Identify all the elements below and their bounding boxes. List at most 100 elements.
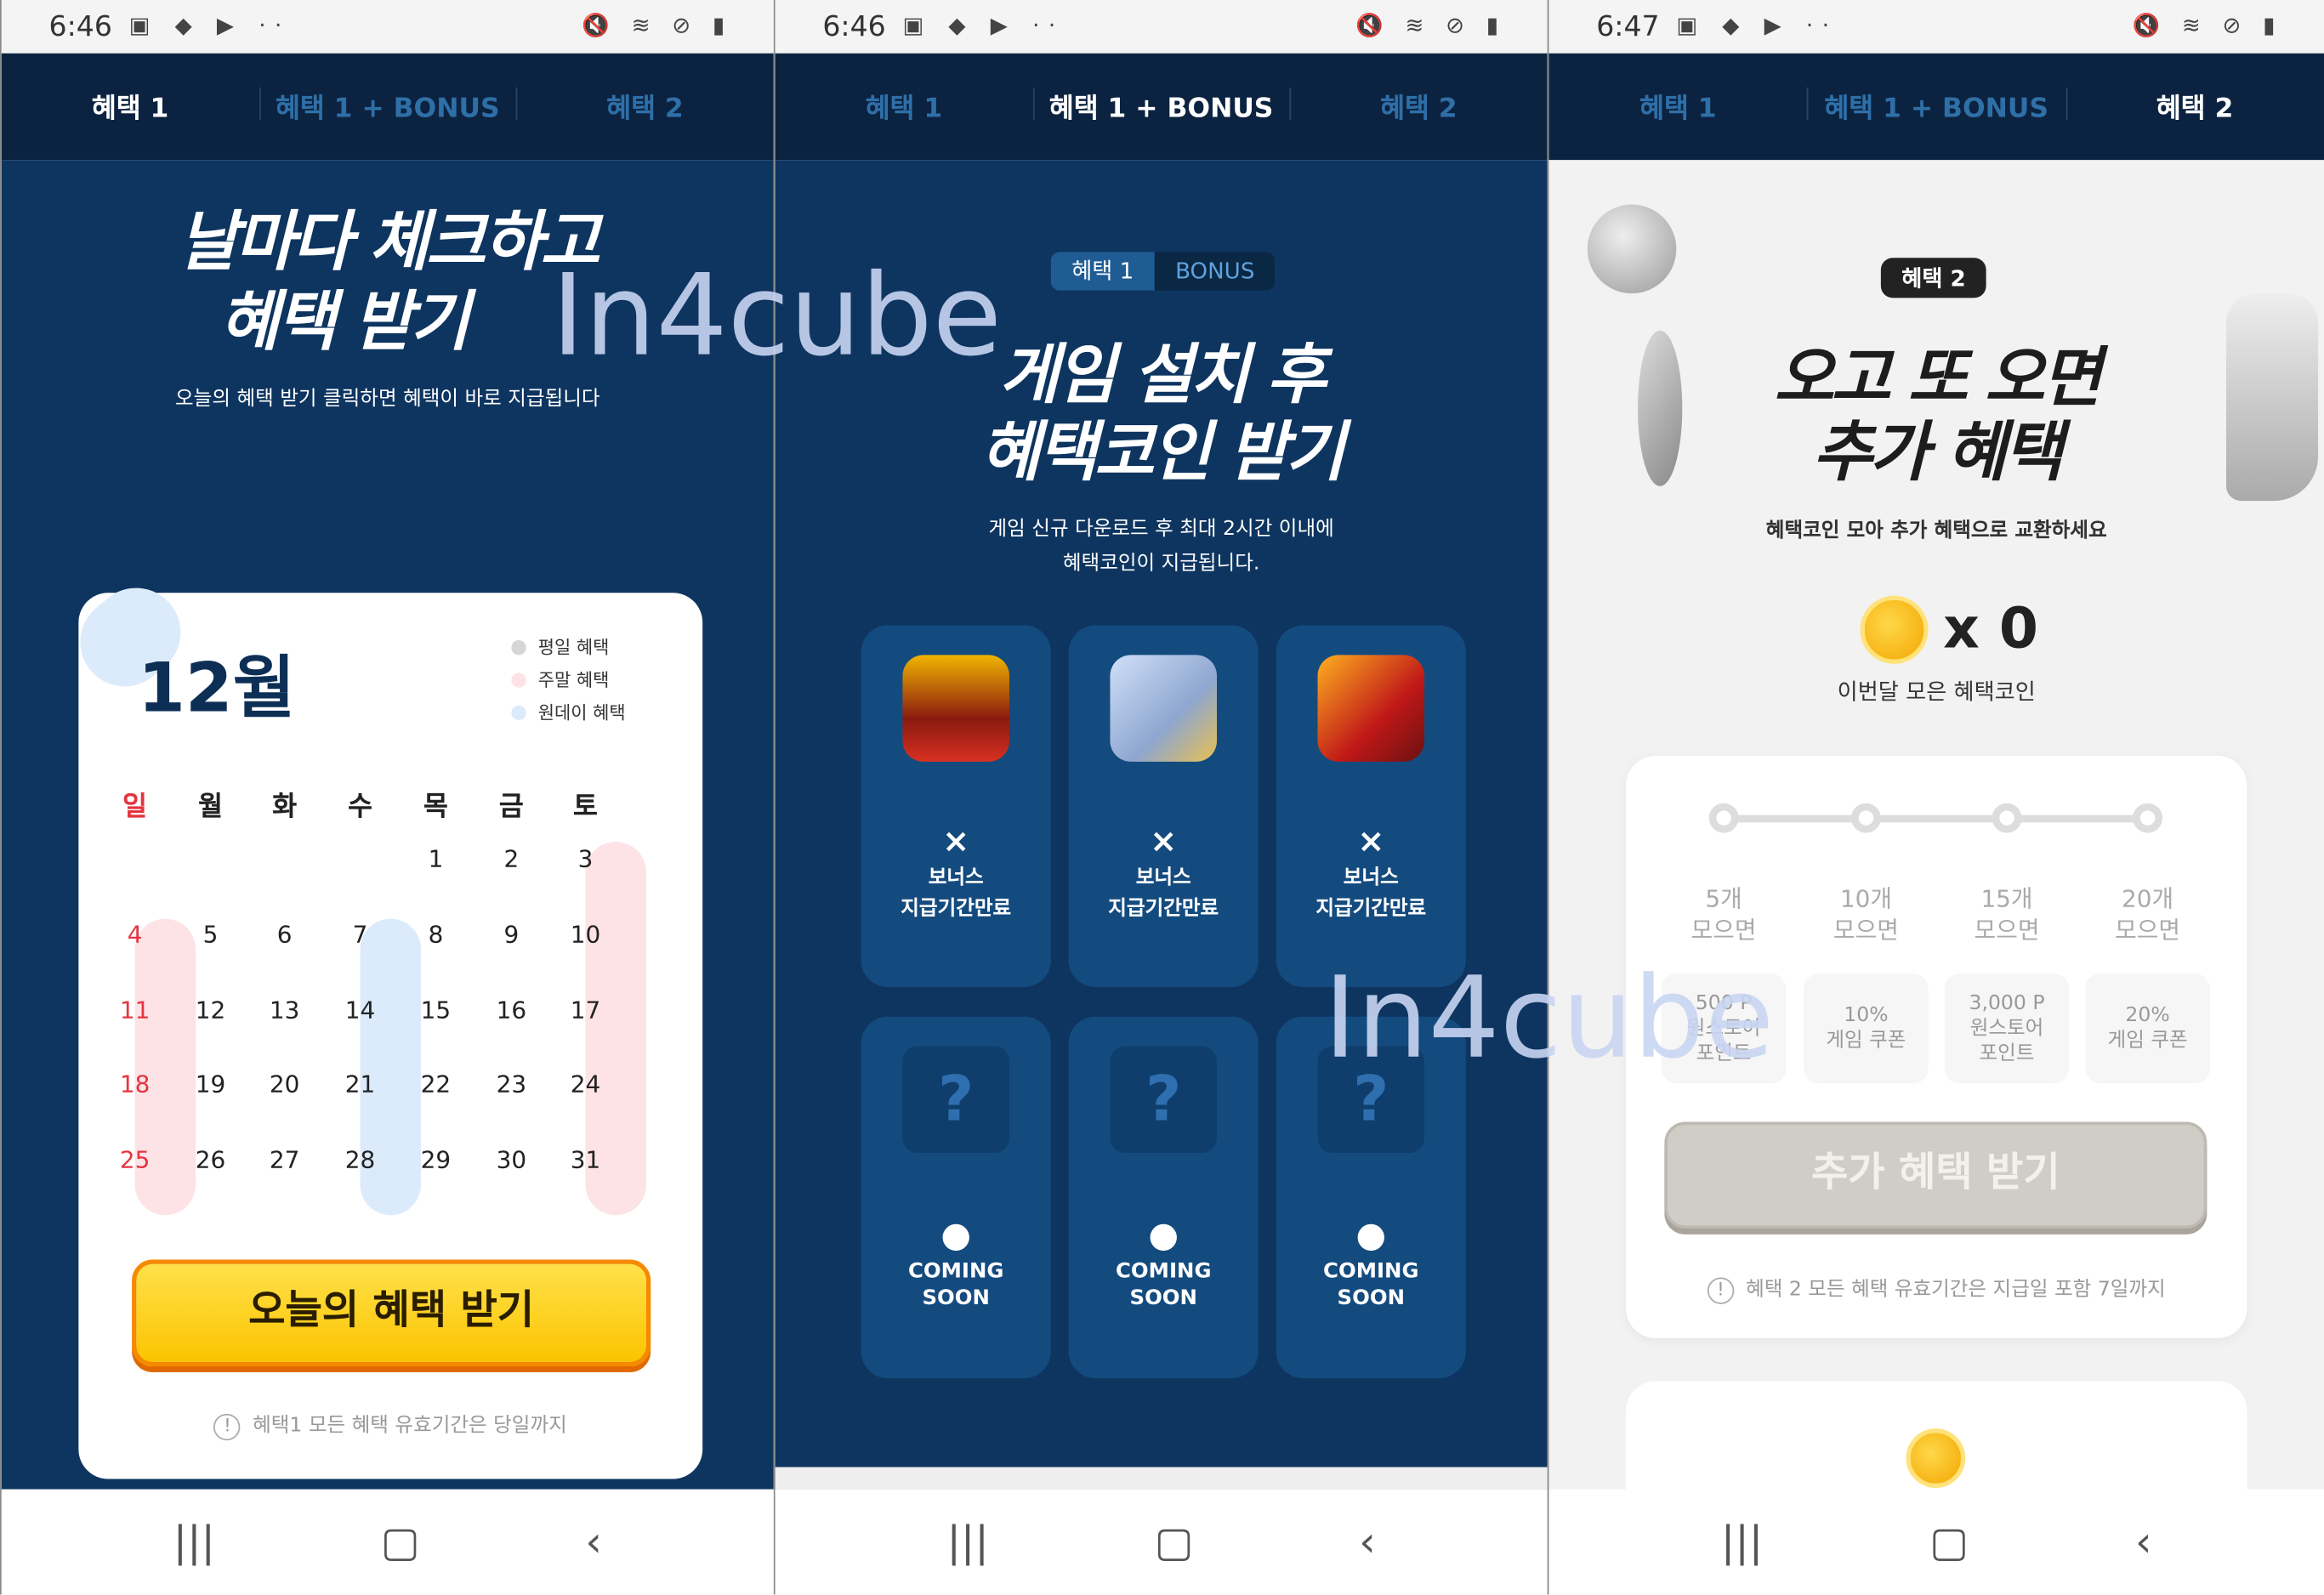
reward-box: 3,000 P 원스토어 포인트 — [1944, 973, 2070, 1084]
calendar-day[interactable]: 30 — [481, 1145, 541, 1173]
recent-apps-button[interactable]: ||| — [1721, 1518, 1763, 1567]
expired-status-detail: 지급기간만료 — [1315, 896, 1427, 921]
tab-benefit-1[interactable]: 혜택 1 — [1548, 88, 1807, 126]
calendar-day[interactable]: 4 — [105, 920, 165, 948]
watermark: In4cube — [551, 248, 1003, 381]
get-extra-benefit-button[interactable]: 추가 혜택 받기 — [1664, 1121, 2208, 1229]
calendar-day[interactable]: 15 — [406, 996, 466, 1024]
home-button[interactable]: ▢ — [1154, 1518, 1193, 1567]
legend-dot — [511, 639, 526, 656]
footer-strip — [775, 1467, 1548, 1490]
calendar-day[interactable]: 9 — [481, 920, 541, 948]
expired-status: 보너스 — [1135, 865, 1191, 889]
tab-benefit-1[interactable]: 혜택 1 — [776, 88, 1033, 126]
calendar-day[interactable]: 16 — [481, 996, 541, 1024]
milestone-count: 5개 — [1705, 884, 1742, 913]
calendar-day[interactable]: 7 — [331, 920, 390, 948]
game-card[interactable]: × 보너스 지급기간만료 — [1276, 625, 1466, 987]
calendar-day[interactable]: 5 — [181, 920, 241, 948]
expired-status-detail: 지급기간만료 — [1108, 896, 1219, 921]
benefit-2-chip: 혜택 2 — [1880, 258, 1987, 298]
expired-status: 보너스 — [928, 865, 984, 889]
calendar-day[interactable]: 25 — [105, 1145, 165, 1173]
calendar-day[interactable]: 22 — [406, 1070, 466, 1098]
tab-benefit-1[interactable]: 혜택 1 — [2, 88, 259, 126]
calendar-day[interactable]: 12 — [181, 996, 241, 1024]
recent-apps-button[interactable]: ||| — [173, 1518, 215, 1567]
clock-icon — [942, 1223, 969, 1252]
tab-bar: 혜택 1 혜택 1 + BONUS 혜택 2 — [1, 53, 774, 161]
calendar-day[interactable]: 6 — [255, 920, 315, 948]
recent-apps-button[interactable]: ||| — [946, 1518, 988, 1567]
get-today-benefit-button[interactable]: 오늘의 혜택 받기 — [132, 1259, 651, 1367]
calendar-day[interactable]: 19 — [181, 1070, 241, 1098]
game-icon — [1317, 655, 1425, 762]
subtitle-2: 혜택코인이 지급됩니다. — [1062, 551, 1260, 576]
game-card[interactable]: × 보너스 지급기간만료 — [1068, 625, 1259, 987]
calendar-day[interactable]: 31 — [556, 1145, 616, 1173]
calendar-day[interactable]: 2 — [481, 845, 541, 873]
calendar-day[interactable]: 18 — [105, 1070, 165, 1098]
question-icon: ? — [902, 1046, 1009, 1154]
status-time: 6:46 — [48, 10, 112, 43]
calendar-day[interactable]: 11 — [105, 996, 165, 1024]
back-button[interactable]: ‹ — [2135, 1518, 2152, 1567]
content: 혜택 2 오고 또 오면 추가 혜택 혜택코인 모아 추가 혜택으로 교환하세요… — [1548, 160, 2324, 1559]
calendar-day[interactable]: 27 — [255, 1145, 315, 1173]
status-time: 6:46 — [822, 10, 886, 43]
calendar-day[interactable]: 20 — [255, 1070, 315, 1098]
home-button[interactable]: ▢ — [381, 1518, 420, 1567]
question-icon: ? — [1110, 1046, 1218, 1154]
legend-label: 원데이 혜택 — [537, 702, 626, 724]
weekday-label: 월 — [198, 791, 223, 823]
tab-benefit-1-bonus[interactable]: 혜택 1 + BONUS — [259, 87, 516, 126]
progress-track — [1720, 815, 2151, 823]
coming-label: COMING — [1116, 1259, 1212, 1284]
calendar-day[interactable]: 23 — [481, 1070, 541, 1098]
calendar-day[interactable]: 24 — [556, 1070, 616, 1098]
coming-label: COMING — [907, 1259, 1004, 1284]
close-icon: × — [942, 824, 970, 861]
calendar-day[interactable]: 13 — [255, 996, 315, 1024]
calendar-day[interactable]: 21 — [331, 1070, 390, 1098]
reward-text: 게임 쿠폰 — [2107, 1028, 2188, 1053]
tab-benefit-2[interactable]: 혜택 2 — [516, 87, 774, 126]
validity-note-text: 혜택 2 모든 혜택 유효기간은 지급일 포함 7일까지 — [1746, 1277, 2166, 1302]
calendar-day[interactable]: 26 — [181, 1145, 241, 1173]
tab-benefit-2[interactable]: 혜택 2 — [2065, 87, 2324, 126]
calendar-card: 일 월 화 수 목 금 토 1 2 3 4 5 6 7 8 9 10 11 12 13 14 15 16 17 18 19 20 21… — [62, 570, 703, 1479]
reward-box: 20% 게임 쿠폰 — [2085, 973, 2210, 1084]
calendar-day[interactable]: 29 — [406, 1145, 466, 1173]
back-button[interactable]: ‹ — [585, 1518, 602, 1567]
reward-text: 10% — [1844, 1003, 1889, 1027]
tab-benefit-2[interactable]: 혜택 2 — [1290, 87, 1548, 126]
milestone-label: 5개모으면 — [1672, 883, 1776, 945]
headline-2: 추가 혜택 — [1812, 415, 2063, 491]
soon-label: SOON — [922, 1286, 990, 1310]
calendar-day[interactable]: 28 — [331, 1145, 390, 1173]
legend-label: 주말 혜택 — [537, 669, 610, 691]
tab-benefit-1-bonus[interactable]: 혜택 1 + BONUS — [1807, 87, 2065, 126]
home-button[interactable]: ▢ — [1929, 1518, 1969, 1567]
calendar-day[interactable]: 17 — [556, 996, 616, 1024]
system-icons: 🔇 ≋ ⊘ ▮ — [582, 11, 733, 39]
subtitle: 혜택코인 모아 추가 혜택으로 교환하세요 — [1765, 519, 2107, 542]
calendar-day[interactable]: 1 — [406, 845, 466, 873]
milestone-suffix: 모으면 — [2115, 916, 2181, 945]
milestone-suffix: 모으면 — [1690, 916, 1757, 945]
game-card[interactable]: × 보너스 지급기간만료 — [861, 625, 1051, 987]
notification-icons: ▣ ◆ ▶ ·· — [1676, 11, 1838, 39]
calendar-day[interactable]: 10 — [556, 920, 616, 948]
tab-benefit-1-bonus[interactable]: 혜택 1 + BONUS — [1032, 87, 1290, 126]
system-icons: 🔇 ≋ ⊘ ▮ — [1355, 11, 1506, 39]
soon-label: SOON — [1337, 1286, 1406, 1310]
weekday-label: 일 — [122, 791, 148, 823]
calendar-day[interactable]: 14 — [331, 996, 390, 1024]
back-button[interactable]: ‹ — [1359, 1518, 1376, 1567]
calendar-day[interactable]: 3 — [556, 845, 616, 873]
chip-benefit-1: 혜택 1 — [1050, 252, 1155, 291]
nav-bar: ||| ▢ ‹ — [1548, 1489, 2324, 1595]
legend-dot — [511, 673, 526, 688]
calendar-day[interactable]: 8 — [406, 920, 466, 948]
weekday-label: 토 — [573, 791, 598, 823]
